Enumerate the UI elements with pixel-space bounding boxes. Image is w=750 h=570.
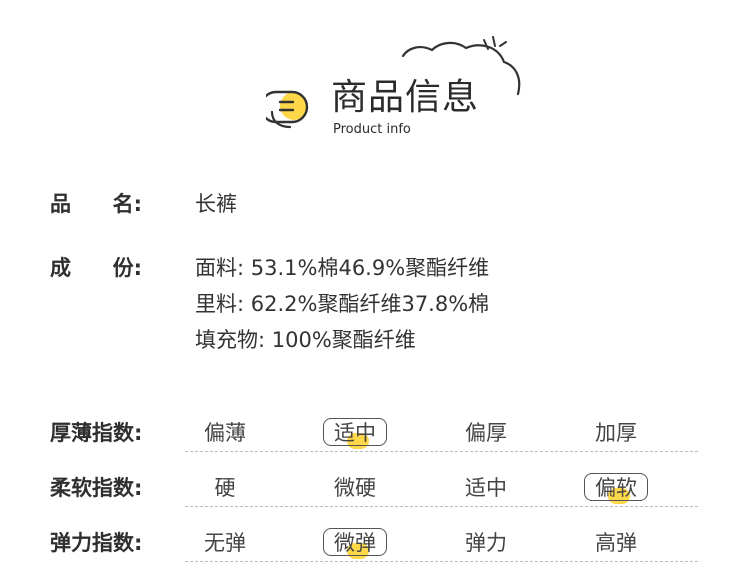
selected-frame [584, 473, 648, 501]
rating-option: 弹力 [465, 531, 507, 555]
product-name-label-a: 品 [50, 192, 71, 216]
product-name-value: 长裤 [195, 192, 237, 216]
composition-line-outer: 面料: 53.1%棉46.9%聚酯纤维 [195, 256, 490, 280]
dashed-divider [185, 561, 698, 562]
product-name-label: 品 名: [50, 190, 142, 218]
rating-option: 加厚 [595, 421, 637, 445]
rating-row-softness: 柔软指数: 硬 微硬 适中 偏软 [50, 470, 698, 510]
composition-line-lining: 里料: 62.2%聚酯纤维37.8%棉 [195, 292, 490, 316]
rating-label: 柔软指数: [50, 476, 143, 500]
selected-frame [323, 528, 387, 556]
rating-option: 微硬 [334, 476, 376, 500]
menu-lines-icon [266, 90, 309, 129]
rating-option-selected: 适中 [323, 418, 387, 449]
rating-option: 适中 [465, 476, 507, 500]
rating-label: 厚薄指数: [50, 421, 143, 445]
product-name-label-b: 名: [112, 192, 142, 216]
rating-option-selected: 微弹 [323, 528, 387, 559]
page-title: 商品信息 [331, 77, 480, 118]
rating-option: 偏厚 [465, 421, 507, 445]
composition-label: 成 份: [50, 254, 142, 282]
rating-row-elasticity: 弹力指数: 无弹 微弹 弹力 高弹 [50, 525, 698, 565]
rating-option-selected: 偏软 [584, 473, 648, 504]
rating-label: 弹力指数: [50, 531, 143, 555]
dashed-divider [185, 506, 698, 507]
selected-frame [323, 418, 387, 446]
dashed-divider [185, 451, 698, 452]
rating-option: 硬 [214, 476, 236, 500]
header: 商品信息 Product info [0, 0, 750, 150]
rating-row-thickness: 厚薄指数: 偏薄 适中 偏厚 加厚 [50, 415, 698, 455]
composition-line-filling: 填充物: 100%聚酯纤维 [195, 328, 416, 352]
page-subtitle: Product info [333, 122, 411, 137]
rating-option: 偏薄 [204, 421, 246, 445]
composition-value: 面料: 53.1%棉46.9%聚酯纤维 里料: 62.2%聚酯纤维37.8%棉 … [195, 254, 489, 362]
rating-option: 无弹 [204, 531, 246, 555]
rating-option: 高弹 [595, 531, 637, 555]
composition-label-b: 份: [112, 256, 142, 280]
composition-label-a: 成 [50, 256, 71, 280]
